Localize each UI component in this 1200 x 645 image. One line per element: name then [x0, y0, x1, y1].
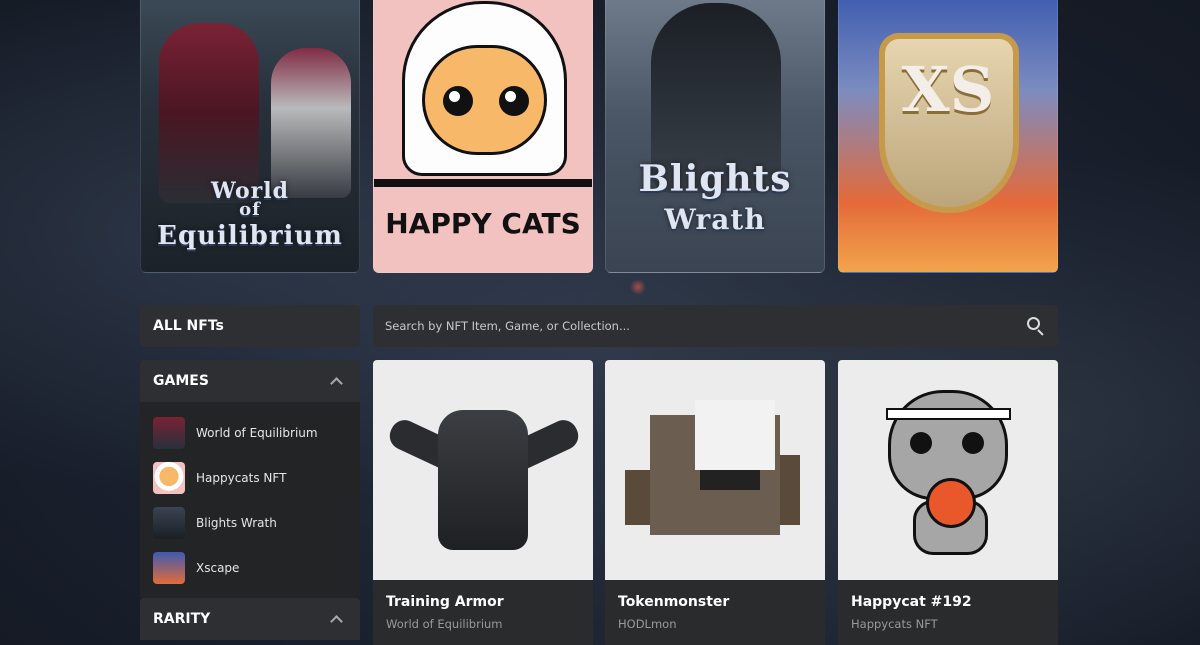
chevron-up-icon[interactable]: [330, 377, 343, 390]
banner-title-line: Blights: [638, 158, 792, 200]
nft-name: Tokenmonster: [618, 594, 730, 610]
nft-card[interactable]: Tokenmonster HODLmon: [605, 360, 825, 645]
nft-name: Training Armor: [386, 594, 504, 610]
banner-title-line: Equilibrium: [157, 221, 343, 251]
game-thumbnail-icon: [153, 507, 185, 539]
banner-world-of-equilibrium[interactable]: World of Equilibrium: [140, 0, 360, 273]
game-thumbnail-icon: [153, 417, 185, 449]
search-input[interactable]: [385, 319, 985, 333]
search-bar: [373, 305, 1058, 347]
game-thumbnail-icon: [153, 552, 185, 584]
cat-eye: [499, 86, 529, 116]
cat-eye: [443, 86, 473, 116]
all-nfts-button[interactable]: ALL NFTs: [140, 305, 360, 347]
nft-image: [373, 360, 593, 580]
nft-game: Happycats NFT: [851, 617, 938, 631]
banner-art-figure: [271, 48, 351, 198]
games-filter-list: World of Equilibrium Happycats NFT Bligh…: [140, 402, 360, 598]
banner-divider: [374, 179, 592, 187]
banner-art-cat-face: [422, 45, 547, 155]
game-filter-label: Blights Wrath: [196, 516, 277, 530]
nft-card[interactable]: Happycat #192 Happycats NFT: [838, 360, 1058, 645]
game-filter-label: Happycats NFT: [196, 471, 287, 485]
nft-card[interactable]: Training Armor World of Equilibrium: [373, 360, 593, 645]
banner-logo-letters: XS: [901, 53, 995, 126]
nft-image: [838, 360, 1058, 580]
nft-game: World of Equilibrium: [386, 617, 503, 631]
search-icon[interactable]: [1026, 316, 1046, 336]
game-filter-item-blights-wrath[interactable]: Blights Wrath: [153, 507, 277, 539]
game-filter-item-world-of-equilibrium[interactable]: World of Equilibrium: [153, 417, 318, 449]
banner-title: HAPPY CATS: [385, 207, 581, 240]
game-filter-item-happycats[interactable]: Happycats NFT: [153, 462, 286, 494]
game-thumbnail-icon: [153, 462, 185, 494]
chevron-up-icon[interactable]: [330, 615, 343, 628]
background-glow: [630, 279, 646, 295]
game-filter-item-xscape[interactable]: Xscape: [153, 552, 239, 584]
banner-happy-cats[interactable]: HAPPY CATS: [373, 0, 593, 273]
rarity-header-label: RARITY: [153, 611, 211, 627]
nft-name: Happycat #192: [851, 594, 972, 610]
banner-title-line: Wrath: [664, 203, 766, 236]
banner-art-figure: [159, 23, 259, 203]
game-filter-label: World of Equilibrium: [196, 426, 318, 440]
banner-blights-wrath[interactable]: Blights Wrath: [605, 0, 825, 273]
games-filter-header[interactable]: GAMES: [140, 360, 360, 402]
banner-title-line: of: [239, 199, 261, 220]
banner-xscape[interactable]: XS: [838, 0, 1058, 273]
game-filter-label: Xscape: [196, 561, 240, 575]
nft-game: HODLmon: [618, 617, 677, 631]
games-header-label: GAMES: [153, 373, 209, 389]
nft-image: [605, 360, 825, 580]
rarity-filter-header[interactable]: RARITY: [140, 598, 360, 640]
